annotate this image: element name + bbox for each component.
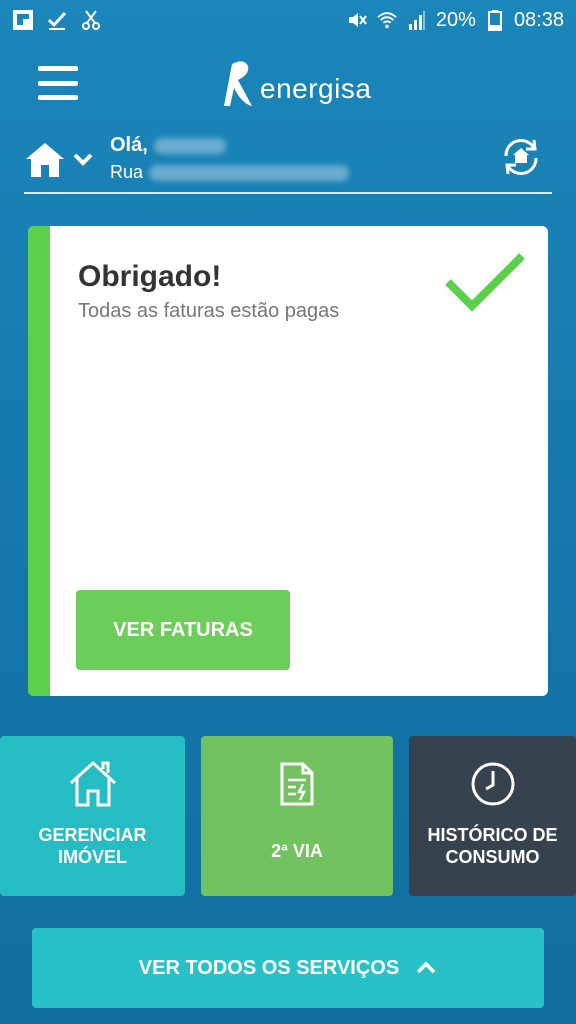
ver-todos-servicos-button[interactable]: VER TODOS OS SERVIÇOS [32,928,544,1008]
home-icon [26,143,64,177]
tile-historico-consumo[interactable]: HISTÓRICO DE CONSUMO [409,736,576,896]
tile-label: GERENCIAR IMÓVEL [38,825,147,867]
menu-icon-line [38,66,78,71]
all-services-label: VER TODOS OS SERVIÇOS [138,956,400,979]
scissors-icon [80,9,102,31]
tile-gerenciar-imovel[interactable]: GERENCIAR IMÓVEL [0,736,185,896]
clock-time: 08:38 [513,8,564,31]
card-accent-bar [28,226,50,696]
app-header: energisa [0,52,576,116]
chevron-down-icon [73,153,93,166]
invoice-status-card: Obrigado! Todas as faturas estão pagas V… [28,226,548,696]
menu-button[interactable] [38,66,78,100]
account-selector: Olá, Rua [24,130,552,194]
greeting-text: Olá, [110,134,226,157]
check-icon [46,9,68,31]
document-icon [279,758,315,810]
refresh-property-button[interactable] [498,134,544,180]
status-left-icons [12,9,102,31]
tile-label: HISTÓRICO DE CONSUMO [427,825,558,867]
checkmark-icon [445,253,525,312]
battery-icon [484,9,506,31]
logo-text: energisa [260,73,372,104]
menu-icon-line [38,80,78,86]
wifi-icon [376,9,398,31]
card-title: Obrigado! [78,260,222,293]
refresh-home-icon [504,138,538,176]
menu-icon-line [38,95,78,100]
redacted-address [149,165,350,182]
status-bar: 20% 08:38 [0,0,576,40]
service-tiles: GERENCIAR IMÓVEL 2ª VIA HISTÓRICO DE CON… [0,736,576,896]
chevron-up-icon [416,961,436,974]
clock-icon [470,758,516,810]
mute-icon [346,9,368,31]
property-dropdown[interactable] [24,138,96,182]
energisa-logo: energisa [222,58,371,110]
ver-faturas-button[interactable]: VER FATURAS [76,590,290,670]
tile-segunda-via[interactable]: 2ª VIA [201,736,393,896]
energisa-logo-icon [224,61,252,106]
house-icon [67,758,119,810]
status-right-icons: 20% 08:38 [346,9,564,32]
flipboard-icon [12,9,34,31]
address-text: Rua [110,162,350,183]
greeting-label: Olá, [110,134,148,156]
address-label: Rua [110,162,144,182]
redacted-name [153,137,226,154]
battery-percent: 20% [435,8,476,31]
tile-label: 2ª VIA [271,841,323,861]
card-subtitle: Todas as faturas estão pagas [78,300,340,322]
signal-icon [406,9,428,31]
